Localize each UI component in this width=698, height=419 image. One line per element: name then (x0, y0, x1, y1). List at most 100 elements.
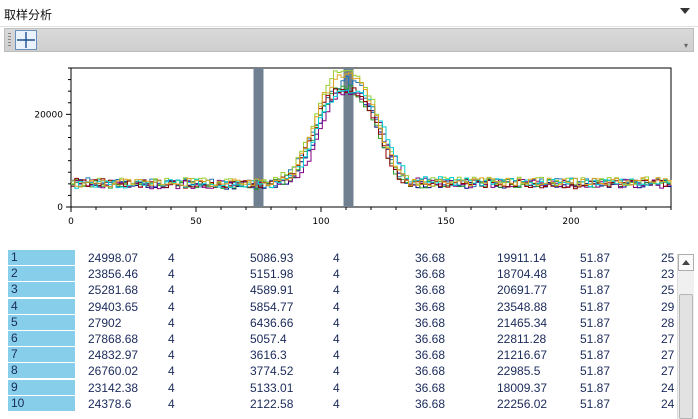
table-cell[interactable]: 5151.98 (250, 267, 293, 281)
table-cell[interactable]: 36.68 (415, 364, 445, 378)
table-row[interactable]: 7 24832.97 4 3616.3 4 36.68 21216.67 51.87 27 (0, 347, 677, 363)
crosshair-tool-button[interactable] (15, 30, 37, 50)
table-cell[interactable]: 23856.46 (88, 267, 138, 281)
table-cell[interactable]: 4 (333, 348, 340, 362)
table-cell[interactable]: 25 (661, 251, 674, 265)
table-row[interactable]: 2 23856.46 4 5151.98 4 36.68 18704.48 51.87 23 (0, 266, 677, 282)
table-cell[interactable]: 24378.6 (88, 397, 131, 411)
table-cell[interactable]: 4 (333, 397, 340, 411)
toolbar-grip-icon[interactable] (8, 33, 11, 48)
table-cell[interactable]: 4 (168, 267, 175, 281)
vertical-scrollbar[interactable] (677, 254, 694, 419)
table-cell[interactable]: 4 (168, 381, 175, 395)
table-cell[interactable]: 5854.77 (250, 300, 293, 314)
table-cell[interactable]: 29 (661, 300, 674, 314)
table-cell[interactable]: 51.87 (580, 397, 610, 411)
table-row[interactable]: 6 27868.68 4 5057.4 4 36.68 22811.28 51.87 27 (0, 331, 677, 347)
table-row[interactable]: 1 24998.07 4 5086.93 4 36.68 19911.14 51.87 25 (0, 250, 677, 266)
table-cell[interactable]: 36.68 (415, 251, 445, 265)
table-cell[interactable]: 51.87 (580, 348, 610, 362)
table-cell[interactable]: 36.68 (415, 397, 445, 411)
table-cell[interactable]: 24832.97 (88, 348, 138, 362)
table-cell[interactable]: 36.68 (415, 283, 445, 297)
table-cell[interactable]: 4 (168, 251, 175, 265)
table-row[interactable]: 4 29403.65 4 5854.77 4 36.68 23548.88 51.87 29 (0, 298, 677, 315)
table-cell[interactable]: 36.68 (415, 300, 445, 314)
table-cell[interactable]: 27868.68 (88, 332, 138, 346)
table-cell[interactable]: 27 (661, 348, 674, 362)
table-cell[interactable]: 4 (168, 300, 175, 314)
table-cell[interactable]: 4589.91 (250, 283, 293, 297)
row-index-cell[interactable]: 5 (8, 314, 75, 330)
table-cell[interactable]: 26760.02 (88, 364, 138, 378)
row-index-cell[interactable]: 2 (8, 266, 75, 282)
table-cell[interactable]: 36.68 (415, 348, 445, 362)
table-cell[interactable]: 21465.34 (497, 316, 547, 330)
table-cell[interactable]: 5086.93 (250, 251, 293, 265)
table-cell[interactable]: 23142.38 (88, 381, 138, 395)
table-cell[interactable]: 51.87 (580, 381, 610, 395)
table-cell[interactable]: 51.87 (580, 267, 610, 281)
table-cell[interactable]: 4 (333, 332, 340, 346)
chevron-down-icon[interactable] (680, 8, 690, 14)
table-cell[interactable]: 28 (661, 316, 674, 330)
table-cell[interactable]: 4 (333, 251, 340, 265)
table-cell[interactable]: 51.87 (580, 364, 610, 378)
row-index-cell[interactable]: 8 (8, 363, 75, 379)
table-cell[interactable]: 4 (333, 316, 340, 330)
table-cell[interactable]: 4 (333, 300, 340, 314)
table-cell[interactable]: 4 (168, 283, 175, 297)
row-index-cell[interactable]: 7 (8, 347, 75, 363)
table-cell[interactable]: 20691.77 (497, 283, 547, 297)
table-cell[interactable]: 4 (333, 283, 340, 297)
table-cell[interactable]: 4 (333, 364, 340, 378)
table-row[interactable]: 8 26760.02 4 3774.52 4 36.68 22985.5 51.87 27 (0, 363, 677, 379)
table-cell[interactable]: 4 (168, 348, 175, 362)
table-cell[interactable]: 36.68 (415, 381, 445, 395)
table-cell[interactable]: 24 (661, 397, 674, 411)
table-cell[interactable]: 27 (661, 332, 674, 346)
table-cell[interactable]: 2122.58 (250, 397, 293, 411)
table-cell[interactable]: 23548.88 (497, 300, 547, 314)
table-cell[interactable]: 51.87 (580, 251, 610, 265)
row-index-cell[interactable]: 4 (8, 298, 75, 314)
table-cell[interactable]: 51.87 (580, 300, 610, 314)
table-cell[interactable]: 19911.14 (497, 251, 546, 265)
row-index-cell[interactable]: 1 (8, 250, 75, 265)
toolbar-overflow-icon[interactable]: ▾ (684, 42, 690, 50)
table-cell[interactable]: 21216.67 (497, 348, 547, 362)
table-cell[interactable]: 22811.28 (497, 332, 546, 346)
table-cell[interactable]: 22256.02 (497, 397, 547, 411)
table-row[interactable]: 3 25281.68 4 4589.91 4 36.68 20691.77 51.87 25 (0, 282, 677, 298)
table-row[interactable]: 9 23142.38 4 5133.01 4 36.68 18009.37 51.87 24 (0, 379, 677, 396)
table-row[interactable]: 10 24378.6 4 2122.58 4 36.68 22256.02 51.87 24 (0, 395, 677, 412)
table-cell[interactable]: 3774.52 (250, 364, 293, 378)
table-cell[interactable]: 18704.48 (497, 267, 547, 281)
table-cell[interactable]: 51.87 (580, 316, 610, 330)
table-cell[interactable]: 23 (661, 267, 674, 281)
table-cell[interactable]: 4 (333, 267, 340, 281)
row-index-cell[interactable]: 10 (8, 395, 75, 411)
table-cell[interactable]: 24 (661, 381, 674, 395)
table-cell[interactable]: 36.68 (415, 316, 445, 330)
table-cell[interactable]: 36.68 (415, 267, 445, 281)
table-cell[interactable]: 51.87 (580, 332, 610, 346)
row-index-cell[interactable]: 6 (8, 331, 75, 346)
table-cell[interactable]: 4 (168, 332, 175, 346)
table-cell[interactable]: 4 (168, 364, 175, 378)
table-cell[interactable]: 4 (333, 381, 340, 395)
row-index-cell[interactable]: 3 (8, 282, 75, 298)
scroll-thumb[interactable] (679, 294, 693, 419)
table-cell[interactable]: 51.87 (580, 283, 610, 297)
table-cell[interactable]: 25281.68 (88, 283, 138, 297)
table-cell[interactable]: 5133.01 (250, 381, 293, 395)
table-cell[interactable]: 5057.4 (250, 332, 287, 346)
table-cell[interactable]: 25 (661, 283, 674, 297)
table-cell[interactable]: 4 (168, 316, 175, 330)
table-row[interactable]: 5 27902 4 6436.66 4 36.68 21465.34 51.87 28 (0, 314, 677, 331)
table-cell[interactable]: 27902 (88, 316, 121, 330)
table-cell[interactable]: 24998.07 (88, 251, 138, 265)
table-cell[interactable]: 22985.5 (497, 364, 540, 378)
table-cell[interactable]: 36.68 (415, 332, 445, 346)
table-cell[interactable]: 4 (168, 397, 175, 411)
